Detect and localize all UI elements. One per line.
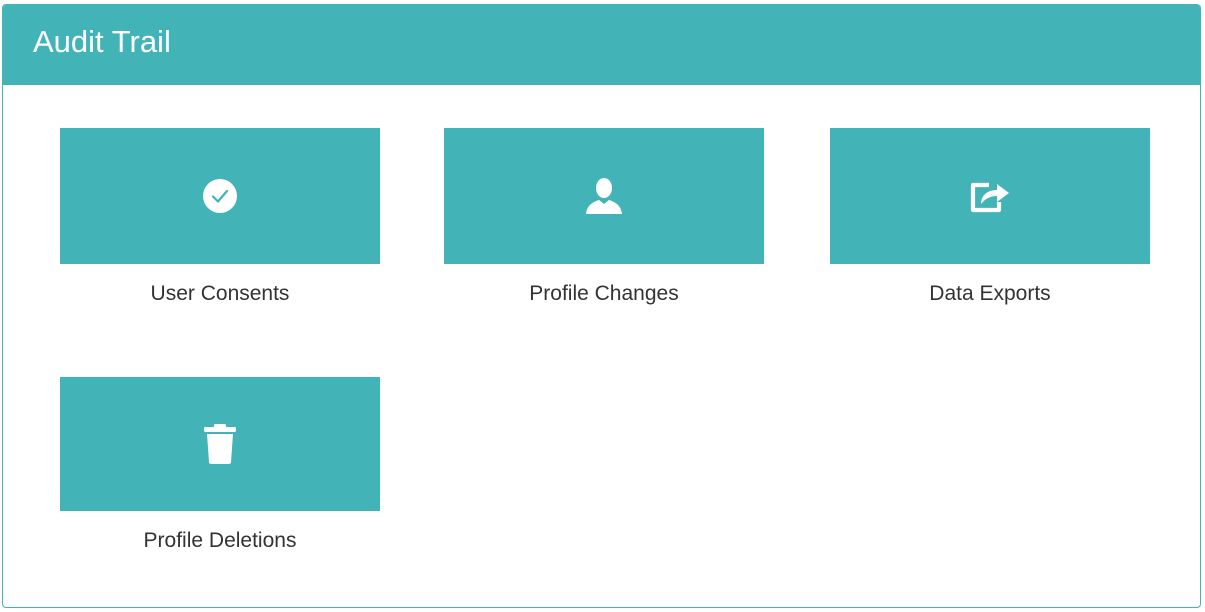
- tile-user-consents-label[interactable]: User Consents: [151, 282, 290, 306]
- check-circle-icon: [199, 175, 241, 217]
- tile-data-exports[interactable]: Data Exports: [830, 128, 1150, 306]
- tile-profile-deletions-button[interactable]: [60, 377, 380, 511]
- tile-user-consents-button[interactable]: [60, 128, 380, 264]
- share-icon: [967, 176, 1013, 216]
- tile-profile-deletions-label[interactable]: Profile Deletions: [144, 529, 297, 553]
- tile-data-exports-button[interactable]: [830, 128, 1150, 264]
- tile-data-exports-label[interactable]: Data Exports: [929, 282, 1050, 306]
- panel-title: Audit Trail: [33, 24, 171, 59]
- tile-user-consents[interactable]: User Consents: [60, 128, 380, 306]
- user-icon: [582, 174, 626, 218]
- audit-trail-panel: Audit Trail User Consents Profile Change…: [2, 4, 1201, 608]
- tile-profile-changes[interactable]: Profile Changes: [444, 128, 764, 306]
- panel-header: Audit Trail: [3, 5, 1200, 85]
- tile-profile-changes-label[interactable]: Profile Changes: [529, 282, 678, 306]
- tile-profile-deletions[interactable]: Profile Deletions: [60, 377, 380, 553]
- tile-profile-changes-button[interactable]: [444, 128, 764, 264]
- trash-icon: [202, 422, 238, 466]
